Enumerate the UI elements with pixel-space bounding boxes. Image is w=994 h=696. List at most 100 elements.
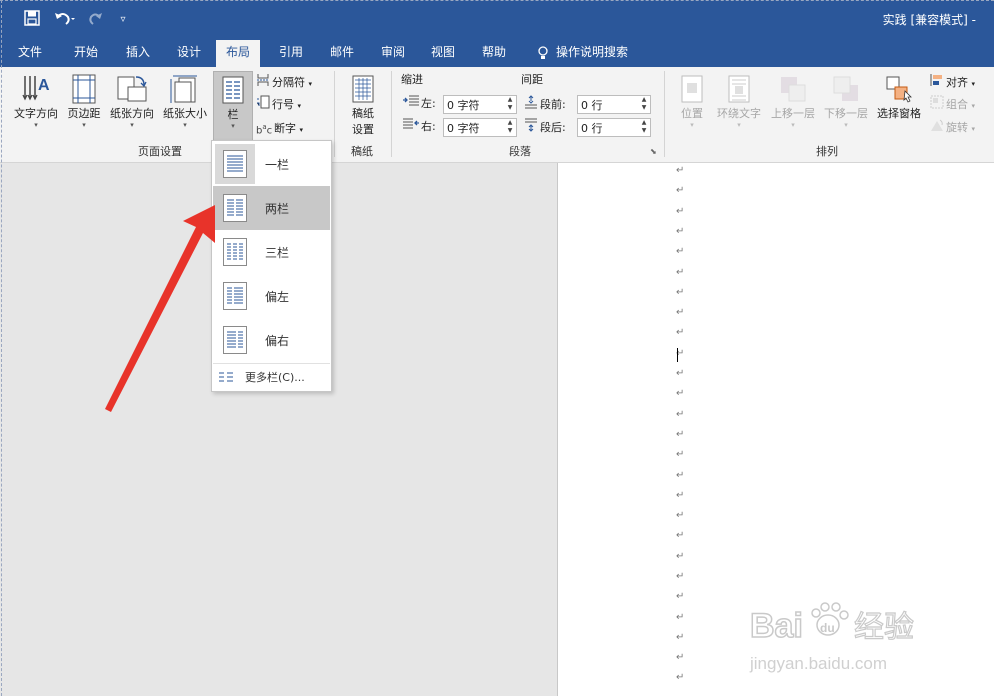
paragraph-mark: ↵ [676, 165, 685, 176]
baidu-watermark: Bai du 经验 jingyan.baidu.com [742, 585, 942, 685]
indent-right-input[interactable]: 0 字符 ▲ ▼ [443, 118, 517, 137]
spacing-after-label: 段后: [524, 118, 566, 136]
text-cursor [677, 348, 678, 362]
hyphenation-button[interactable]: bac 断字 ▾ [256, 118, 303, 136]
window-border [0, 0, 994, 2]
tab-review[interactable]: 审阅 [371, 40, 415, 67]
spin-arrows-icon[interactable]: ▲ ▼ [505, 96, 515, 113]
paragraph-mark: ↵ [676, 632, 685, 643]
line-numbers-icon [256, 95, 272, 115]
ribbon: A 文字方向 ▾ 页边距 ▾ 纸张方向 ▾ 纸张大小 ▾ 栏 ▾ 分隔符 ▾ 行… [0, 67, 994, 163]
position-icon [680, 75, 704, 105]
ribbon-tabs: 文件 开始 插入 设计 布局 引用 邮件 审阅 视图 帮助 操作说明搜索 [0, 40, 994, 67]
paragraph-mark: ↵ [676, 388, 685, 399]
tab-mailings[interactable]: 邮件 [320, 40, 364, 67]
paragraph-mark: ↵ [676, 307, 685, 318]
rotate-icon [930, 118, 946, 138]
lightbulb-icon [538, 40, 548, 65]
orientation-button[interactable]: 纸张方向 ▾ [106, 73, 158, 130]
window-border [1, 0, 3, 696]
svg-text:jingyan.baidu.com: jingyan.baidu.com [749, 654, 887, 673]
tab-design[interactable]: 设计 [167, 40, 211, 67]
column-option-right[interactable]: 偏右 [213, 318, 330, 362]
bring-forward-button[interactable]: 上移一层 ▾ [767, 75, 819, 130]
margins-button[interactable]: 页边距 ▾ [65, 73, 103, 130]
indent-left-input[interactable]: 0 字符 ▲ ▼ [443, 95, 517, 114]
right-column-icon [223, 326, 247, 354]
spin-arrows-icon[interactable]: ▲ ▼ [639, 119, 649, 136]
tab-home[interactable]: 开始 [64, 40, 108, 67]
spacing-before-input[interactable]: 0 行 ▲ ▼ [577, 95, 651, 114]
tab-help[interactable]: 帮助 [472, 40, 516, 67]
position-button[interactable]: 位置 ▾ [674, 75, 710, 130]
spacing-after-input[interactable]: 0 行 ▲ ▼ [577, 118, 651, 137]
indent-left-icon [403, 95, 421, 113]
save-icon[interactable] [22, 10, 42, 30]
draft-settings-button[interactable]: 稿纸 设置 [345, 75, 381, 137]
dialog-launcher-icon[interactable]: ⬊ [650, 147, 657, 156]
tab-file[interactable]: 文件 [8, 40, 52, 67]
align-button[interactable]: 对齐 ▾ [930, 73, 975, 91]
column-option-left[interactable]: 偏左 [213, 274, 330, 318]
left-column-icon [223, 282, 247, 310]
text-direction-button[interactable]: A 文字方向 ▾ [10, 73, 62, 130]
group-divider [334, 71, 335, 157]
paragraph-mark: ↵ [676, 267, 685, 278]
rotate-button[interactable]: 旋转 ▾ [930, 118, 975, 136]
selection-pane-icon [885, 75, 913, 105]
tab-references[interactable]: 引用 [269, 40, 313, 67]
paragraph-mark: ↵ [676, 206, 685, 217]
column-option-one[interactable]: 一栏 [213, 142, 330, 186]
svg-text:du: du [820, 621, 835, 635]
group-divider [664, 71, 665, 157]
red-arrow-annotation [105, 205, 215, 412]
paragraph-mark: ↵ [676, 652, 685, 663]
page-setup-group-label: 页面设置 [138, 145, 182, 158]
spin-arrows-icon[interactable]: ▲ ▼ [639, 96, 649, 113]
spacing-heading: 间距 [521, 73, 543, 86]
breaks-button[interactable]: 分隔符 ▾ [256, 73, 312, 91]
window-title: 实践 [兼容模式] - [882, 13, 976, 27]
spacing-before-icon [524, 95, 540, 115]
tell-me-search[interactable]: 操作说明搜索 [528, 40, 638, 67]
wrap-text-icon [727, 75, 751, 105]
undo-icon[interactable] [52, 10, 78, 30]
size-button[interactable]: 纸张大小 ▾ [159, 73, 211, 130]
margins-icon [70, 73, 98, 105]
wrap-text-button[interactable]: 环绕文字 ▾ [713, 75, 765, 130]
redo-icon[interactable] [86, 10, 104, 30]
column-option-three[interactable]: 三栏 [213, 230, 330, 274]
line-numbers-button[interactable]: 行号 ▾ [256, 95, 301, 113]
tab-layout[interactable]: 布局 [216, 40, 261, 67]
columns-button[interactable]: 栏 ▾ [213, 71, 253, 141]
group-objects-button[interactable]: 组合 ▾ [930, 95, 975, 113]
paragraph-mark: ↵ [676, 490, 685, 501]
paragraph-mark: ↵ [676, 510, 685, 521]
paragraph-mark: ↵ [676, 409, 685, 420]
bring-forward-icon [779, 75, 807, 105]
more-columns-item[interactable]: 更多栏(C)... [213, 365, 330, 389]
tab-insert[interactable]: 插入 [116, 40, 160, 67]
arrange-group-label: 排列 [816, 145, 838, 158]
tab-view[interactable]: 视图 [421, 40, 465, 67]
paragraph-mark: ↵ [676, 449, 685, 460]
indent-right-label: 右: [403, 118, 436, 136]
svg-text:经验: 经验 [854, 610, 914, 645]
paragraph-mark: ↵ [676, 429, 685, 440]
send-backward-button[interactable]: 下移一层 ▾ [820, 75, 872, 130]
hyphenation-icon: bac [256, 123, 273, 137]
customize-icon[interactable]: ▿ [116, 10, 130, 30]
spacing-after-icon [524, 118, 540, 138]
selection-pane-button[interactable]: 选择窗格 [872, 75, 926, 121]
paragraph-mark: ↵ [676, 470, 685, 481]
paragraph-mark: ↵ [676, 246, 685, 257]
draft-paper-icon [351, 75, 375, 105]
three-columns-icon [223, 238, 247, 266]
svg-text:A: A [38, 77, 50, 94]
menu-divider [213, 363, 330, 364]
columns-icon [221, 76, 245, 106]
paragraph-mark: ↵ [676, 226, 685, 237]
spin-arrows-icon[interactable]: ▲ ▼ [505, 119, 515, 136]
group-divider [391, 71, 392, 157]
column-option-two[interactable]: 两栏 [213, 186, 330, 230]
